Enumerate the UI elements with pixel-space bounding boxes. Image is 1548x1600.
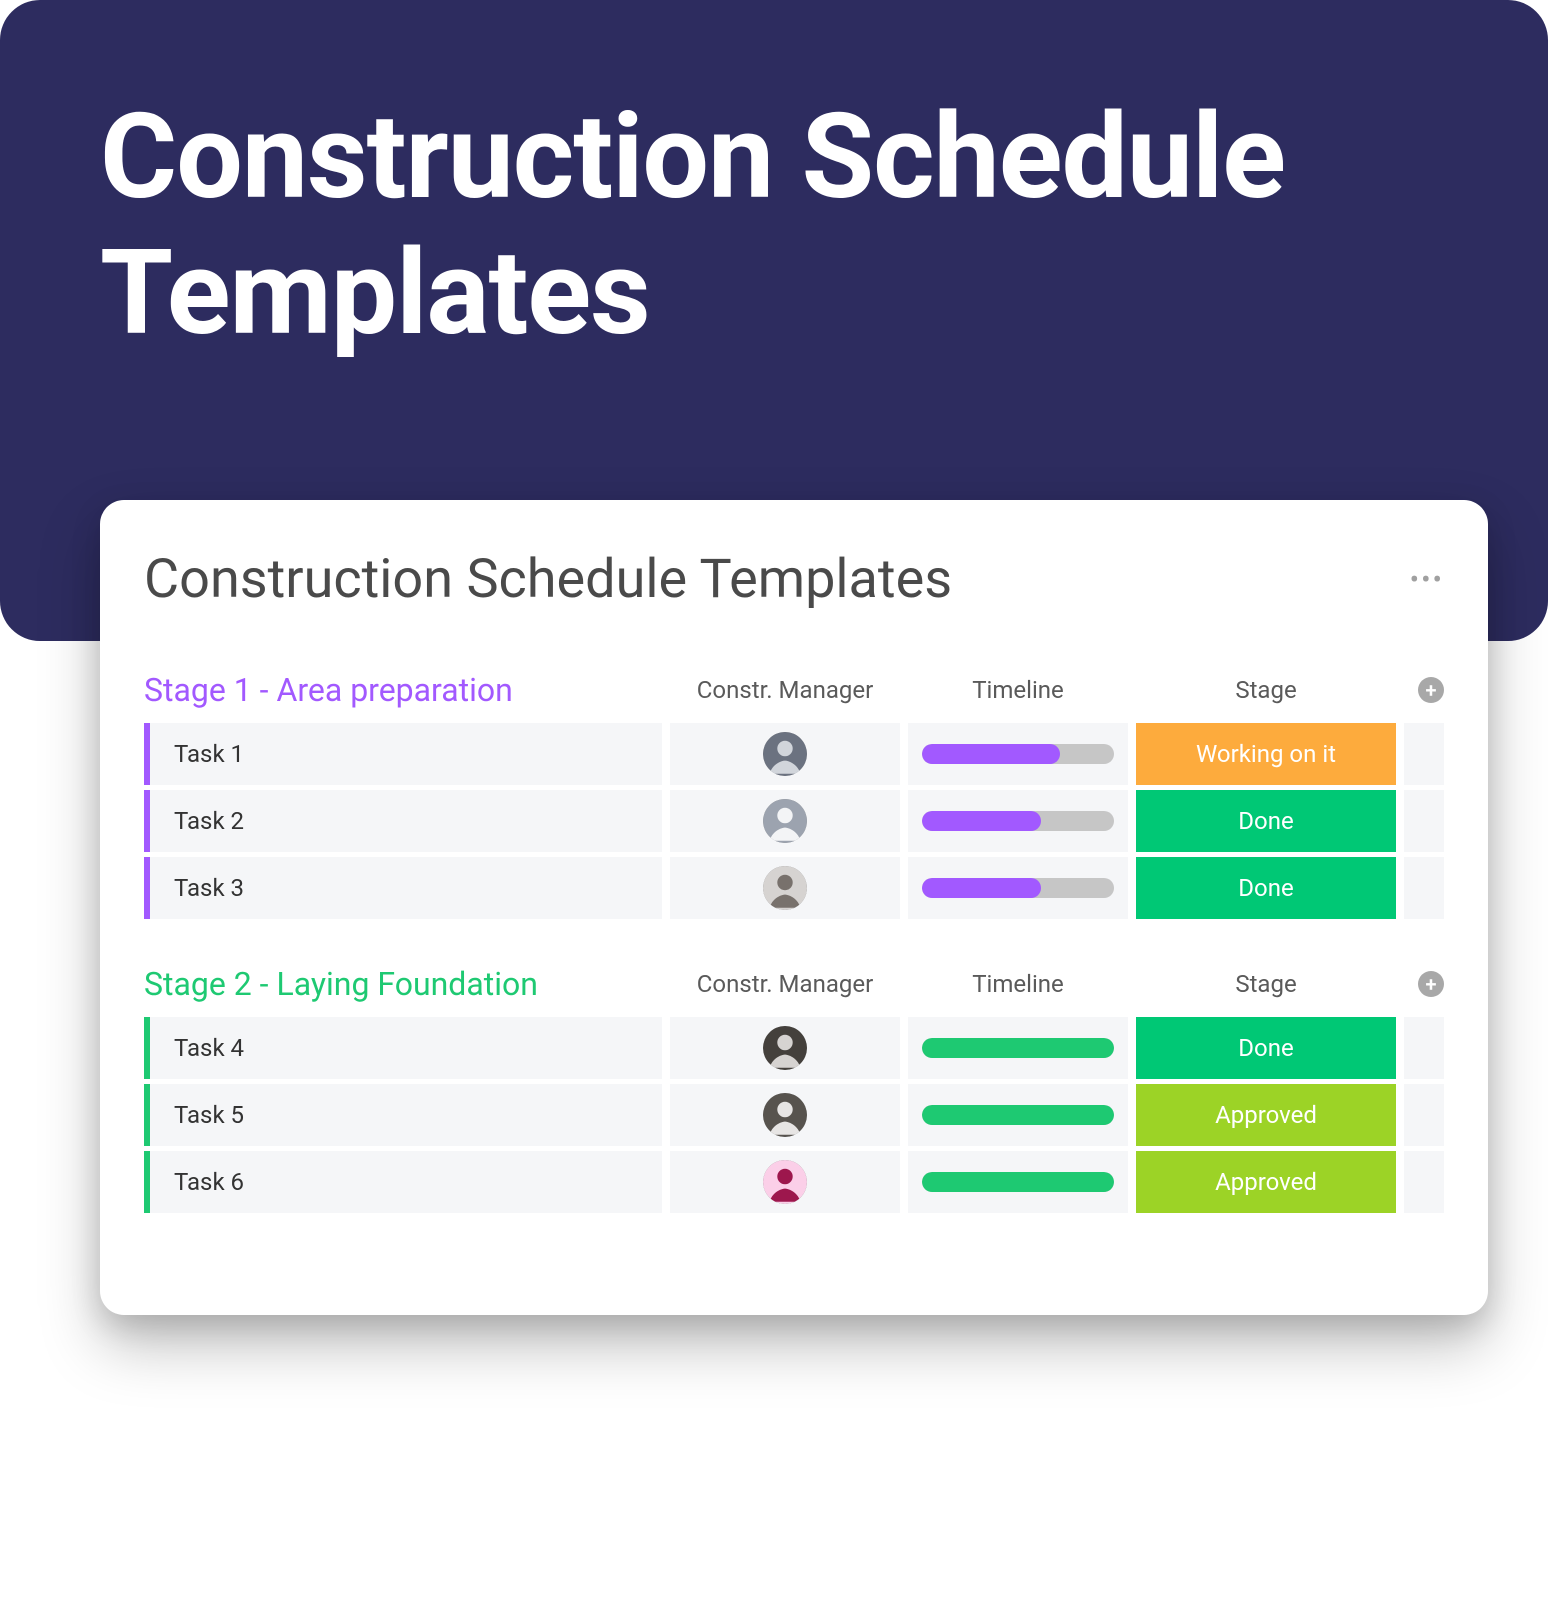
table-row: Task 1 Working on it	[144, 723, 1444, 785]
timeline-track	[922, 1038, 1114, 1058]
manager-cell[interactable]	[670, 1084, 900, 1146]
task-name: Task 1	[174, 740, 244, 768]
timeline-cell[interactable]	[908, 1017, 1128, 1079]
task-cell[interactable]: Task 6	[144, 1151, 662, 1213]
add-column-icon[interactable]: +	[1418, 971, 1444, 997]
group-title[interactable]: Stage 1 - Area preparation	[144, 671, 662, 709]
stage-label: Done	[1238, 807, 1293, 835]
task-name: Task 6	[174, 1168, 244, 1196]
manager-cell[interactable]	[670, 723, 900, 785]
timeline-cell[interactable]	[908, 857, 1128, 919]
avatar	[763, 866, 807, 910]
task-cell[interactable]: Task 4	[144, 1017, 662, 1079]
timeline-fill	[922, 878, 1041, 898]
hero-title: Construction Schedule Templates	[100, 90, 1448, 361]
timeline-track	[922, 811, 1114, 831]
stage-label: Approved	[1215, 1101, 1317, 1129]
timeline-fill	[922, 744, 1060, 764]
tail-cell	[1404, 790, 1444, 852]
task-cell[interactable]: Task 1	[144, 723, 662, 785]
stage-label: Done	[1238, 1034, 1293, 1062]
manager-cell[interactable]	[670, 857, 900, 919]
table-row: Task 6 Approved	[144, 1151, 1444, 1213]
timeline-cell[interactable]	[908, 1084, 1128, 1146]
more-icon[interactable]: •••	[1410, 563, 1444, 596]
board-card: Construction Schedule Templates ••• Stag…	[100, 500, 1488, 1315]
timeline-cell[interactable]	[908, 790, 1128, 852]
stage-cell[interactable]: Approved	[1136, 1151, 1396, 1213]
table-row: Task 5 Approved	[144, 1084, 1444, 1146]
avatar	[763, 732, 807, 776]
column-header-stage[interactable]: Stage	[1136, 970, 1396, 998]
group-stage-2: Stage 2 - Laying Foundation Constr. Mana…	[144, 965, 1444, 1213]
stage-cell[interactable]: Approved	[1136, 1084, 1396, 1146]
tail-cell	[1404, 1017, 1444, 1079]
timeline-track	[922, 1105, 1114, 1125]
group-header: Stage 2 - Laying Foundation Constr. Mana…	[144, 965, 1444, 1003]
timeline-fill	[922, 1105, 1114, 1125]
timeline-track	[922, 744, 1114, 764]
task-cell[interactable]: Task 2	[144, 790, 662, 852]
group-header: Stage 1 - Area preparation Constr. Manag…	[144, 671, 1444, 709]
column-header-stage[interactable]: Stage	[1136, 676, 1396, 704]
stage-label: Working on it	[1196, 740, 1336, 768]
timeline-cell[interactable]	[908, 723, 1128, 785]
group-stage-1: Stage 1 - Area preparation Constr. Manag…	[144, 671, 1444, 919]
manager-cell[interactable]	[670, 1017, 900, 1079]
timeline-track	[922, 1172, 1114, 1192]
stage-cell[interactable]: Done	[1136, 790, 1396, 852]
avatar	[763, 1093, 807, 1137]
timeline-track	[922, 878, 1114, 898]
task-cell[interactable]: Task 5	[144, 1084, 662, 1146]
task-name: Task 5	[174, 1101, 244, 1129]
table-row: Task 3 Done	[144, 857, 1444, 919]
group-title[interactable]: Stage 2 - Laying Foundation	[144, 965, 662, 1003]
card-header: Construction Schedule Templates •••	[144, 548, 1444, 611]
add-column-icon[interactable]: +	[1418, 677, 1444, 703]
stage-cell[interactable]: Done	[1136, 857, 1396, 919]
column-header-timeline[interactable]: Timeline	[908, 676, 1128, 704]
task-name: Task 3	[174, 874, 244, 902]
table-row: Task 4 Done	[144, 1017, 1444, 1079]
manager-cell[interactable]	[670, 790, 900, 852]
timeline-fill	[922, 1172, 1114, 1192]
timeline-fill	[922, 811, 1041, 831]
avatar	[763, 1026, 807, 1070]
task-name: Task 2	[174, 807, 244, 835]
table-row: Task 2 Done	[144, 790, 1444, 852]
tail-cell	[1404, 1084, 1444, 1146]
column-header-timeline[interactable]: Timeline	[908, 970, 1128, 998]
stage-label: Approved	[1215, 1168, 1317, 1196]
card-title: Construction Schedule Templates	[144, 548, 952, 611]
stage-label: Done	[1238, 874, 1293, 902]
task-cell[interactable]: Task 3	[144, 857, 662, 919]
manager-cell[interactable]	[670, 1151, 900, 1213]
tail-cell	[1404, 723, 1444, 785]
stage-cell[interactable]: Done	[1136, 1017, 1396, 1079]
timeline-fill	[922, 1038, 1114, 1058]
stage-cell[interactable]: Working on it	[1136, 723, 1396, 785]
column-header-manager[interactable]: Constr. Manager	[670, 676, 900, 704]
column-header-manager[interactable]: Constr. Manager	[670, 970, 900, 998]
task-name: Task 4	[174, 1034, 244, 1062]
tail-cell	[1404, 857, 1444, 919]
timeline-cell[interactable]	[908, 1151, 1128, 1213]
avatar	[763, 1160, 807, 1204]
avatar	[763, 799, 807, 843]
tail-cell	[1404, 1151, 1444, 1213]
